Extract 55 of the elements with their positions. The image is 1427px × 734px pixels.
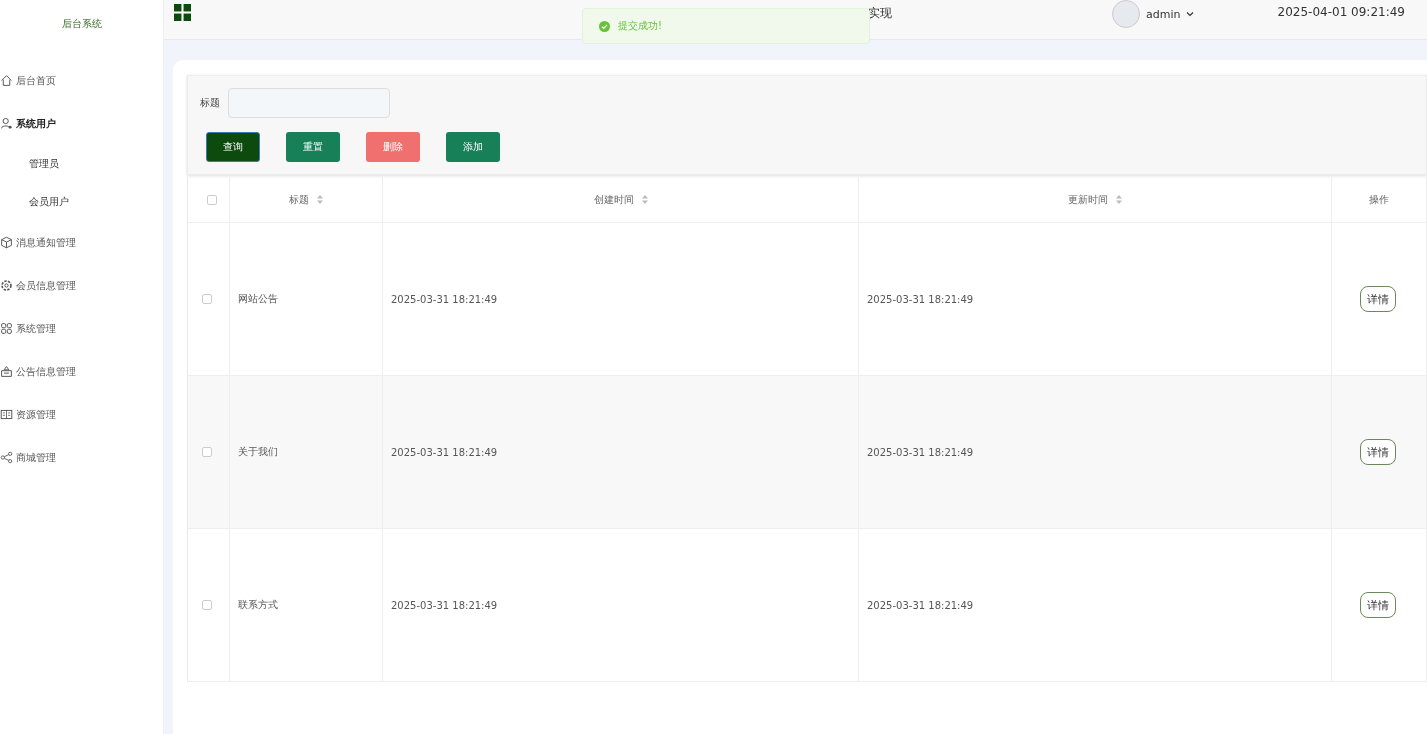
- table-cell: 联系方式: [238, 598, 278, 612]
- table-cell: 2025-03-31 18:21:49: [867, 446, 974, 458]
- date-time: 2025-04-01 09:21:49: [1277, 5, 1405, 19]
- share-icon: [0, 451, 13, 464]
- checkbox[interactable]: [202, 447, 212, 457]
- title-input[interactable]: [228, 88, 390, 118]
- cube-icon: [0, 236, 13, 249]
- checkbox[interactable]: [206, 194, 217, 205]
- toast-message: 提交成功!: [618, 19, 662, 33]
- sidebar-subitem[interactable]: 会员用户: [29, 195, 69, 209]
- field-label: 标题: [200, 96, 220, 110]
- table-cell: 2025-03-31 18:21:49: [391, 446, 498, 458]
- checkbox[interactable]: [202, 600, 212, 610]
- sidebar-item[interactable]: 公告信息管理: [0, 350, 163, 393]
- sidebar-item[interactable]: 后台首页: [0, 59, 163, 102]
- caret-icon[interactable]: [1186, 11, 1195, 17]
- table-cell: 2025-03-31 18:21:49: [391, 293, 498, 305]
- column-header: 创建时间: [593, 192, 634, 207]
- sidebar-subitem[interactable]: 管理员: [29, 157, 59, 171]
- checkbox[interactable]: [202, 294, 212, 304]
- action-button[interactable]: 重置: [286, 132, 340, 162]
- sort-icon[interactable]: [1116, 195, 1122, 204]
- sort-icon[interactable]: [317, 195, 323, 204]
- user-name[interactable]: admin: [1146, 7, 1181, 21]
- sort-icon[interactable]: [641, 195, 648, 204]
- tray-icon: [0, 365, 13, 378]
- table-cell: 关于我们: [238, 445, 278, 459]
- sidebar-item[interactable]: 会员信息管理: [0, 264, 163, 307]
- sidebar-item[interactable]: 资源管理: [0, 393, 163, 436]
- column-header: 更新时间: [1068, 192, 1108, 207]
- detail-button[interactable]: 详情: [1360, 286, 1396, 312]
- table-cell: 2025-03-31 18:21:49: [391, 599, 498, 611]
- detail-button[interactable]: 详情: [1360, 439, 1396, 465]
- detail-button[interactable]: 详情: [1360, 592, 1396, 618]
- table-cell: 2025-03-31 18:21:49: [867, 599, 974, 611]
- action-button[interactable]: 查询: [206, 132, 260, 162]
- book-icon: [0, 408, 13, 421]
- grid-icon: [0, 322, 13, 335]
- action-button[interactable]: 添加: [446, 132, 500, 162]
- column-header: 操作: [1369, 192, 1389, 207]
- table-cell: 网站公告: [238, 292, 278, 306]
- grid-icon[interactable]: [174, 4, 191, 21]
- gear-icon: [0, 279, 13, 292]
- check-circle-icon: [599, 20, 610, 32]
- sidebar-item[interactable]: 消息通知管理: [0, 221, 163, 264]
- header-title: 实现: [868, 5, 892, 22]
- sidebar-item[interactable]: 系统管理: [0, 307, 163, 350]
- sidebar-item[interactable]: 系统用户: [0, 102, 163, 145]
- sidebar-item[interactable]: 商城管理: [0, 436, 163, 479]
- home-icon: [0, 74, 13, 87]
- column-header: 标题: [289, 192, 309, 207]
- avatar[interactable]: [1112, 0, 1140, 28]
- sidebar-title: 后台系统: [61, 17, 102, 31]
- table-cell: 2025-03-31 18:21:49: [867, 293, 974, 305]
- user-icon: [0, 117, 13, 130]
